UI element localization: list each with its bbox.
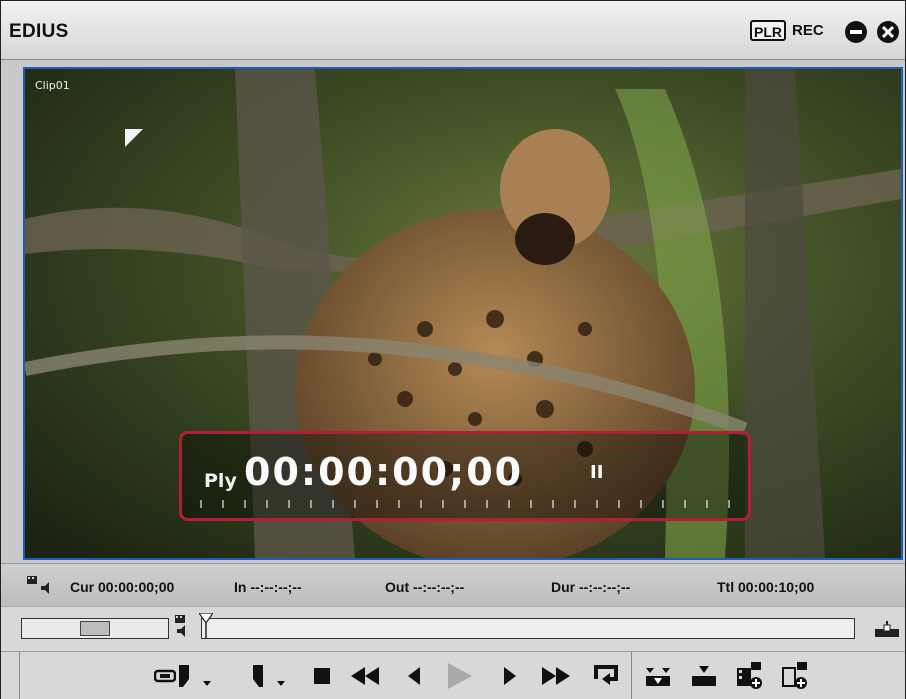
stop-button[interactable] — [309, 662, 335, 690]
divider — [631, 652, 632, 699]
playback-mode-label: Ply — [204, 470, 237, 492]
in-point-marker-icon — [125, 129, 143, 147]
minimize-icon — [850, 30, 862, 34]
shuttle-knob[interactable] — [80, 621, 110, 636]
add-to-bin-icon — [737, 662, 762, 689]
step-forward-icon — [504, 667, 516, 685]
overlay-tick-scale — [200, 500, 730, 508]
insert-to-timeline-icon — [646, 668, 670, 686]
close-icon — [882, 26, 894, 38]
scrub-row — [1, 606, 905, 651]
step-back-icon — [408, 667, 420, 685]
duration-timecode: Dur --:--:--;-- — [551, 579, 631, 595]
stop-icon — [314, 668, 330, 684]
play-button[interactable] — [443, 662, 477, 690]
position-scrubber[interactable] — [199, 613, 855, 639]
total-timecode: Ttl 00:00:10;00 — [717, 579, 815, 595]
timecode-info-bar: Cur 00:00:00;00 In --:--:--;-- Out --:--… — [1, 563, 905, 606]
loop-button[interactable] — [591, 662, 621, 690]
shuttle-slider[interactable] — [21, 618, 169, 639]
minimize-button[interactable] — [845, 21, 867, 43]
in-timecode: In --:--:--;-- — [234, 579, 302, 595]
clip-audio-icon — [27, 576, 49, 594]
play-icon — [448, 663, 472, 689]
edius-player-window: EDIUS PLR REC Clip01 Ply 00:00:00;00 II … — [0, 0, 906, 699]
rewind-button[interactable] — [349, 662, 381, 690]
overlay-timecode: 00:00:00;00 — [244, 450, 524, 494]
step-forward-button[interactable] — [497, 662, 523, 690]
set-in-button[interactable] — [173, 662, 217, 690]
divider — [19, 652, 20, 699]
playhead-marker[interactable] — [199, 613, 213, 639]
overwrite-to-timeline-icon — [692, 666, 716, 686]
insert-to-timeline-button[interactable] — [641, 662, 675, 690]
fast-forward-button[interactable] — [539, 662, 573, 690]
video-preview[interactable]: Clip01 Ply 00:00:00;00 II — [23, 67, 903, 560]
add-to-bin-button[interactable] — [733, 662, 767, 690]
add-to-bin-alt-button[interactable] — [779, 662, 813, 690]
rec-toggle-button[interactable]: REC — [792, 22, 824, 39]
rewind-icon — [351, 667, 379, 685]
overwrite-to-timeline-button[interactable] — [687, 662, 721, 690]
fast-forward-icon — [542, 667, 570, 685]
pause-status-icon: II — [590, 462, 604, 483]
plr-toggle-button[interactable]: PLR — [750, 20, 786, 41]
set-in-icon — [179, 665, 211, 687]
add-to-bin-alt-icon — [782, 662, 807, 689]
set-out-icon — [253, 665, 285, 687]
playback-controls — [1, 651, 905, 699]
loop-icon — [594, 665, 618, 685]
clip-position-icon — [175, 615, 185, 637]
step-back-button[interactable] — [401, 662, 427, 690]
close-button[interactable] — [877, 21, 899, 43]
clip-name-label: Clip01 — [35, 79, 70, 92]
app-title: EDIUS — [9, 21, 69, 42]
cue-marker-icon[interactable] — [875, 621, 899, 639]
current-timecode: Cur 00:00:00;00 — [70, 579, 175, 595]
set-out-button[interactable] — [245, 662, 289, 690]
timecode-overlay: Ply 00:00:00;00 II — [179, 431, 751, 521]
title-bar: EDIUS PLR REC — [1, 1, 905, 60]
out-timecode: Out --:--:--;-- — [385, 579, 465, 595]
